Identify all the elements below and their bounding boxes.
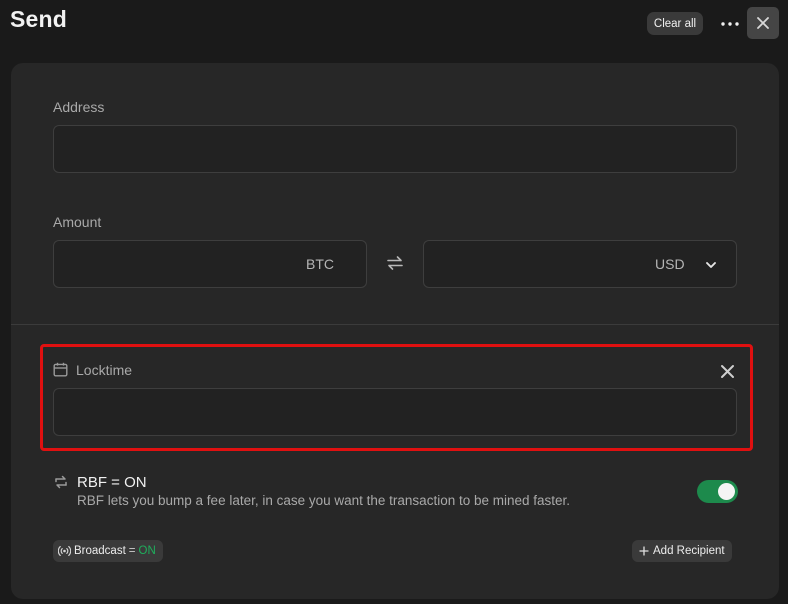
rbf-title: RBF = ON <box>77 474 147 491</box>
clear-all-button[interactable]: Clear all <box>647 12 703 35</box>
broadcast-equals: = <box>128 545 136 557</box>
fiat-currency-dropdown[interactable] <box>703 257 719 273</box>
locktime-label: Locktime <box>76 362 133 378</box>
broadcast-chip[interactable]: Broadcast = ON <box>53 540 163 562</box>
repeat-arrows-icon <box>55 475 67 489</box>
add-recipient-button[interactable]: Add Recipient <box>632 540 732 562</box>
plus-icon <box>639 546 649 556</box>
swap-currency-button[interactable] <box>385 253 405 273</box>
btc-unit-label: BTC <box>306 256 334 272</box>
broadcast-label: Broadcast <box>74 545 126 557</box>
chevron-down-icon <box>706 262 716 268</box>
close-button[interactable] <box>747 7 779 39</box>
address-input[interactable] <box>53 125 737 173</box>
broadcast-icon <box>58 546 71 556</box>
rbf-description: RBF lets you bump a fee later, in case y… <box>77 493 571 508</box>
calendar-icon <box>53 362 68 377</box>
btc-amount-input[interactable]: BTC <box>53 240 367 288</box>
close-icon <box>757 17 769 29</box>
close-icon <box>721 365 734 378</box>
send-dialog: Send Clear all Address Amount BTC USD Lo… <box>0 0 788 604</box>
swap-arrows-icon <box>387 256 403 270</box>
address-label: Address <box>53 99 105 115</box>
locktime-input[interactable] <box>53 388 737 436</box>
fiat-amount-input[interactable]: USD <box>423 240 737 288</box>
send-form-panel: Address Amount BTC USD Locktime RBF = ON… <box>11 63 779 599</box>
broadcast-state: ON <box>138 545 156 557</box>
amount-label: Amount <box>53 214 102 230</box>
more-options-button[interactable] <box>717 12 743 35</box>
rbf-toggle-knob <box>718 483 735 500</box>
more-horizontal-icon <box>721 21 739 26</box>
section-divider <box>11 324 779 325</box>
add-recipient-label: Add Recipient <box>653 545 725 557</box>
rbf-toggle[interactable] <box>697 480 738 503</box>
page-title: Send <box>10 6 68 32</box>
remove-locktime-button[interactable] <box>719 363 736 380</box>
fiat-unit-label: USD <box>655 256 685 272</box>
